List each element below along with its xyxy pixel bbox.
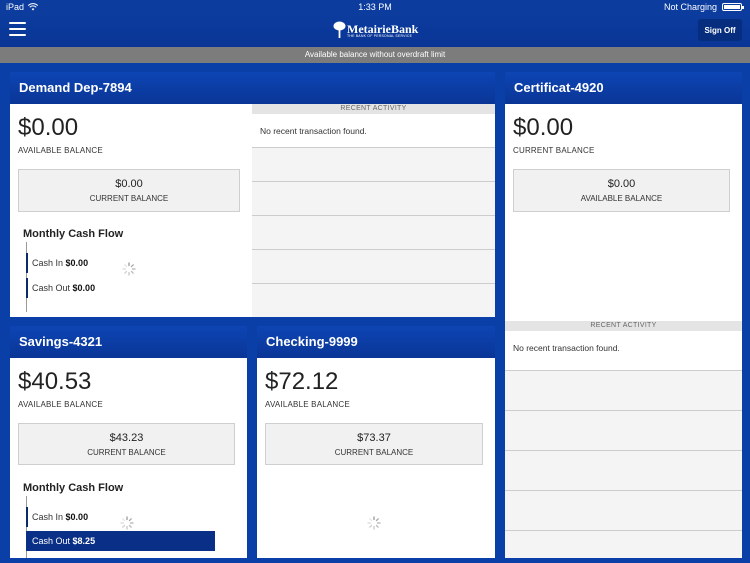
loading-spinner-icon <box>120 516 134 530</box>
hamburger-menu-icon[interactable] <box>9 22 26 36</box>
current-balance-value: $0.00 <box>513 114 574 141</box>
cash-in-bar[interactable]: Cash In $0.00 <box>26 253 88 273</box>
activity-row <box>505 531 742 558</box>
loading-spinner-icon <box>367 516 381 530</box>
current-balance-value: $0.00 <box>115 178 143 190</box>
cash-in-bar[interactable]: Cash In $0.00 <box>26 507 88 527</box>
available-balance-box: $0.00 AVAILABLE BALANCE <box>513 169 730 212</box>
available-balance-label: AVAILABLE BALANCE <box>18 146 103 155</box>
current-balance-box: $43.23 CURRENT BALANCE <box>18 423 235 465</box>
sign-off-button[interactable]: Sign Off <box>698 19 742 41</box>
monthly-cash-flow-title: Monthly Cash Flow <box>23 228 124 240</box>
status-time: 1:33 PM <box>358 2 392 12</box>
current-balance-box: $73.37 CURRENT BALANCE <box>265 423 483 465</box>
available-balance-label: AVAILABLE BALANCE <box>580 194 663 203</box>
monthly-cash-flow-title: Monthly Cash Flow <box>23 482 124 494</box>
available-balance-value: $0.00 <box>607 178 636 190</box>
logo-tagline: THE BANK OF PERSONAL SERVICE <box>347 34 413 38</box>
activity-row <box>505 491 742 531</box>
status-bar: iPad 1:33 PM Not Charging <box>0 0 750 14</box>
available-balance-label: AVAILABLE BALANCE <box>18 400 103 409</box>
available-balance-value: $72.12 <box>265 368 339 395</box>
recent-activity-panel: RECENT ACTIVITY No recent transaction fo… <box>252 104 495 317</box>
available-balance-label: AVAILABLE BALANCE <box>265 400 350 409</box>
activity-empty-message: No recent transaction found. <box>505 331 742 371</box>
current-balance-value: $43.23 <box>109 432 144 444</box>
available-balance-value: $40.53 <box>18 368 92 395</box>
current-balance-value: $73.37 <box>357 432 391 444</box>
account-title-checking[interactable]: Checking-9999 <box>257 326 495 358</box>
cash-out-bar[interactable]: Cash Out $8.25 <box>26 531 215 551</box>
bank-logo: MetairieBank THE BANK OF PERSONAL SERVIC… <box>333 21 423 41</box>
account-card-certificate: Certificat-4920 $0.00 CURRENT BALANCE $0… <box>505 72 742 558</box>
charging-status: Not Charging <box>663 2 717 12</box>
recent-activity-header: RECENT ACTIVITY <box>252 104 495 114</box>
account-title-demand[interactable]: Demand Dep-7894 <box>10 72 495 104</box>
available-balance-value: $0.00 <box>18 114 79 141</box>
account-card-demand: Demand Dep-7894 $0.00 AVAILABLE BALANCE … <box>10 72 495 317</box>
overdraft-notice: Available balance without overdraft limi… <box>0 47 750 63</box>
current-balance-label: CURRENT BALANCE <box>334 448 414 457</box>
activity-row <box>505 451 742 491</box>
activity-row <box>252 250 495 284</box>
recent-activity-header: RECENT ACTIVITY <box>505 321 742 331</box>
activity-row <box>252 148 495 182</box>
recent-activity-panel: RECENT ACTIVITY No recent transaction fo… <box>505 321 742 558</box>
battery-icon <box>722 3 744 11</box>
activity-row <box>252 216 495 250</box>
cash-out-bar[interactable]: Cash Out $0.00 <box>26 278 95 298</box>
current-balance-label: CURRENT BALANCE <box>87 448 166 457</box>
app-header: MetairieBank THE BANK OF PERSONAL SERVIC… <box>0 14 750 47</box>
current-balance-label: CURRENT BALANCE <box>513 146 595 155</box>
loading-spinner-icon <box>122 262 136 276</box>
activity-row <box>505 411 742 451</box>
account-title-certificate[interactable]: Certificat-4920 <box>505 72 742 104</box>
account-title-savings[interactable]: Savings-4321 <box>10 326 247 358</box>
tree-logo-icon <box>333 21 346 38</box>
activity-row <box>505 371 742 411</box>
activity-row <box>252 284 495 317</box>
activity-empty-message: No recent transaction found. <box>252 114 495 148</box>
account-card-savings: Savings-4321 $40.53 AVAILABLE BALANCE $4… <box>10 326 247 558</box>
account-card-checking: Checking-9999 $72.12 AVAILABLE BALANCE $… <box>257 326 495 558</box>
current-balance-label: CURRENT BALANCE <box>89 194 169 203</box>
activity-row <box>252 182 495 216</box>
current-balance-box: $0.00 CURRENT BALANCE <box>18 169 240 212</box>
